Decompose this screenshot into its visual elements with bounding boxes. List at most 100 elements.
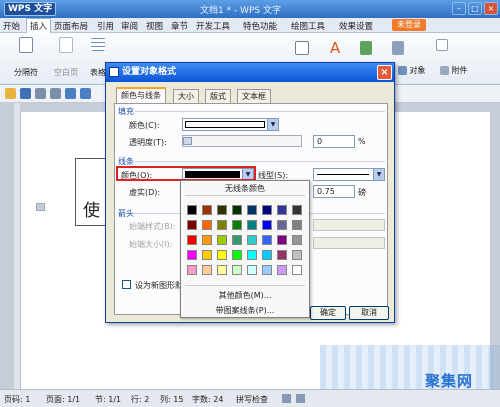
transparency-slider[interactable] bbox=[182, 135, 302, 147]
menu-effect-settings[interactable]: 效果设置 bbox=[339, 20, 373, 32]
attachment-button[interactable]: 附件 bbox=[440, 65, 468, 76]
login-button[interactable]: 未登录 bbox=[392, 19, 426, 31]
page-break-icon bbox=[19, 37, 33, 53]
close-icon[interactable]: × bbox=[484, 2, 498, 15]
color-swatch[interactable] bbox=[247, 220, 257, 230]
color-swatch[interactable] bbox=[262, 250, 272, 260]
color-swatch[interactable] bbox=[187, 220, 197, 230]
menu-developer[interactable]: 开发工具 bbox=[196, 20, 230, 32]
color-swatch[interactable] bbox=[202, 220, 212, 230]
color-swatch[interactable] bbox=[187, 205, 197, 215]
color-swatch[interactable] bbox=[247, 250, 257, 260]
color-swatch[interactable] bbox=[202, 205, 212, 215]
color-swatch[interactable] bbox=[262, 205, 272, 215]
open-icon[interactable] bbox=[5, 88, 16, 99]
app-logo-button[interactable]: WPS 文字 bbox=[4, 2, 56, 16]
color-swatch[interactable] bbox=[292, 235, 302, 245]
color-swatch[interactable] bbox=[292, 265, 302, 275]
color-swatch[interactable] bbox=[247, 265, 257, 275]
color-swatch[interactable] bbox=[277, 250, 287, 260]
color-swatch[interactable] bbox=[292, 250, 302, 260]
formula-icon[interactable] bbox=[392, 41, 404, 57]
slider-thumb[interactable] bbox=[183, 137, 192, 145]
tab-textbox[interactable]: 文本框 bbox=[237, 89, 271, 103]
menu-start[interactable]: 开始 bbox=[3, 20, 20, 32]
undo-icon[interactable] bbox=[65, 88, 76, 99]
color-swatch[interactable] bbox=[217, 250, 227, 260]
color-swatch[interactable] bbox=[262, 220, 272, 230]
spellcheck-button[interactable]: 拼写检查 bbox=[236, 394, 268, 405]
view-icon[interactable] bbox=[282, 394, 291, 403]
color-swatch[interactable] bbox=[247, 235, 257, 245]
pattern-line-option[interactable]: 带图案线条(P)... bbox=[181, 305, 309, 316]
transparency-unit: % bbox=[358, 137, 366, 146]
view-icon[interactable] bbox=[296, 394, 305, 403]
color-swatch[interactable] bbox=[277, 220, 287, 230]
color-swatch[interactable] bbox=[232, 265, 242, 275]
page-break-button[interactable]: 分隔符 bbox=[6, 37, 46, 78]
menu-drawing-tools[interactable]: 绘图工具 bbox=[291, 20, 325, 32]
header-icon[interactable] bbox=[436, 39, 448, 53]
color-swatch[interactable] bbox=[202, 250, 212, 260]
symbol-icon[interactable] bbox=[360, 41, 372, 57]
tab-size[interactable]: 大小 bbox=[173, 89, 199, 103]
object-button[interactable]: 对象 bbox=[398, 65, 426, 76]
color-swatch[interactable] bbox=[277, 205, 287, 215]
redo-icon[interactable] bbox=[80, 88, 91, 99]
end-style-select[interactable] bbox=[313, 219, 385, 231]
color-swatch[interactable] bbox=[277, 265, 287, 275]
color-swatch[interactable] bbox=[217, 205, 227, 215]
no-line-color-option[interactable]: 无线条颜色 bbox=[181, 183, 309, 194]
tab-layout[interactable]: 版式 bbox=[205, 89, 231, 103]
color-swatch[interactable] bbox=[262, 265, 272, 275]
wordart-icon[interactable]: A bbox=[330, 39, 340, 57]
tab-colors-lines[interactable]: 颜色与线条 bbox=[116, 87, 166, 104]
ok-button[interactable]: 确定 bbox=[310, 306, 346, 320]
color-swatch[interactable] bbox=[217, 220, 227, 230]
begin-style-label: 始端样式(B): bbox=[129, 222, 176, 231]
color-swatch[interactable] bbox=[232, 205, 242, 215]
save-icon[interactable] bbox=[20, 88, 31, 99]
color-swatch[interactable] bbox=[187, 265, 197, 275]
menu-view[interactable]: 视图 bbox=[146, 20, 163, 32]
color-swatch[interactable] bbox=[217, 235, 227, 245]
highlight-outline bbox=[116, 166, 256, 181]
fill-color-select[interactable]: ▼ bbox=[182, 118, 279, 131]
color-swatch[interactable] bbox=[202, 265, 212, 275]
menu-insert[interactable]: 插入 bbox=[26, 18, 52, 33]
transparency-input[interactable]: 0 bbox=[313, 135, 355, 148]
color-swatch[interactable] bbox=[232, 250, 242, 260]
preview-icon[interactable] bbox=[50, 88, 61, 99]
more-colors-option[interactable]: 其他颜色(M)... bbox=[181, 290, 309, 301]
textbox-tool-icon[interactable] bbox=[295, 41, 309, 57]
dialog-title: 设置对象格式 bbox=[106, 63, 394, 82]
color-swatch[interactable] bbox=[292, 220, 302, 230]
color-palette-popup: 无线条颜色 其他颜色(M)... 带图案线条(P)... bbox=[180, 180, 310, 318]
menu-chapter[interactable]: 章节 bbox=[171, 20, 188, 32]
color-swatch[interactable] bbox=[202, 235, 212, 245]
color-swatch[interactable] bbox=[232, 235, 242, 245]
minimize-icon[interactable]: – bbox=[452, 2, 466, 15]
color-swatch[interactable] bbox=[217, 265, 227, 275]
menu-features[interactable]: 特色功能 bbox=[243, 20, 277, 32]
maximize-icon[interactable]: □ bbox=[468, 2, 482, 15]
weight-input[interactable]: 0.75 bbox=[313, 185, 355, 198]
color-swatch[interactable] bbox=[187, 235, 197, 245]
end-size-select[interactable] bbox=[313, 237, 385, 249]
menu-review[interactable]: 审阅 bbox=[121, 20, 138, 32]
color-swatch[interactable] bbox=[277, 235, 287, 245]
menu-references[interactable]: 引用 bbox=[97, 20, 114, 32]
default-checkbox[interactable] bbox=[122, 280, 131, 289]
color-swatch[interactable] bbox=[187, 250, 197, 260]
color-swatch[interactable] bbox=[292, 205, 302, 215]
print-icon[interactable] bbox=[35, 88, 46, 99]
line-style-select[interactable]: ▼ bbox=[313, 168, 385, 181]
color-swatch[interactable] bbox=[232, 220, 242, 230]
color-swatch[interactable] bbox=[262, 235, 272, 245]
color-swatch[interactable] bbox=[247, 205, 257, 215]
menu-page-layout[interactable]: 页面布局 bbox=[54, 20, 88, 32]
cancel-button[interactable]: 取消 bbox=[349, 306, 389, 320]
blank-page-button[interactable]: 空白页 bbox=[46, 37, 86, 78]
dialog-close-button[interactable]: × bbox=[377, 65, 392, 80]
status-bar: 页码: 1 页面: 1/1 节: 1/1 行: 2 列: 15 字数: 24 拼… bbox=[0, 389, 500, 407]
